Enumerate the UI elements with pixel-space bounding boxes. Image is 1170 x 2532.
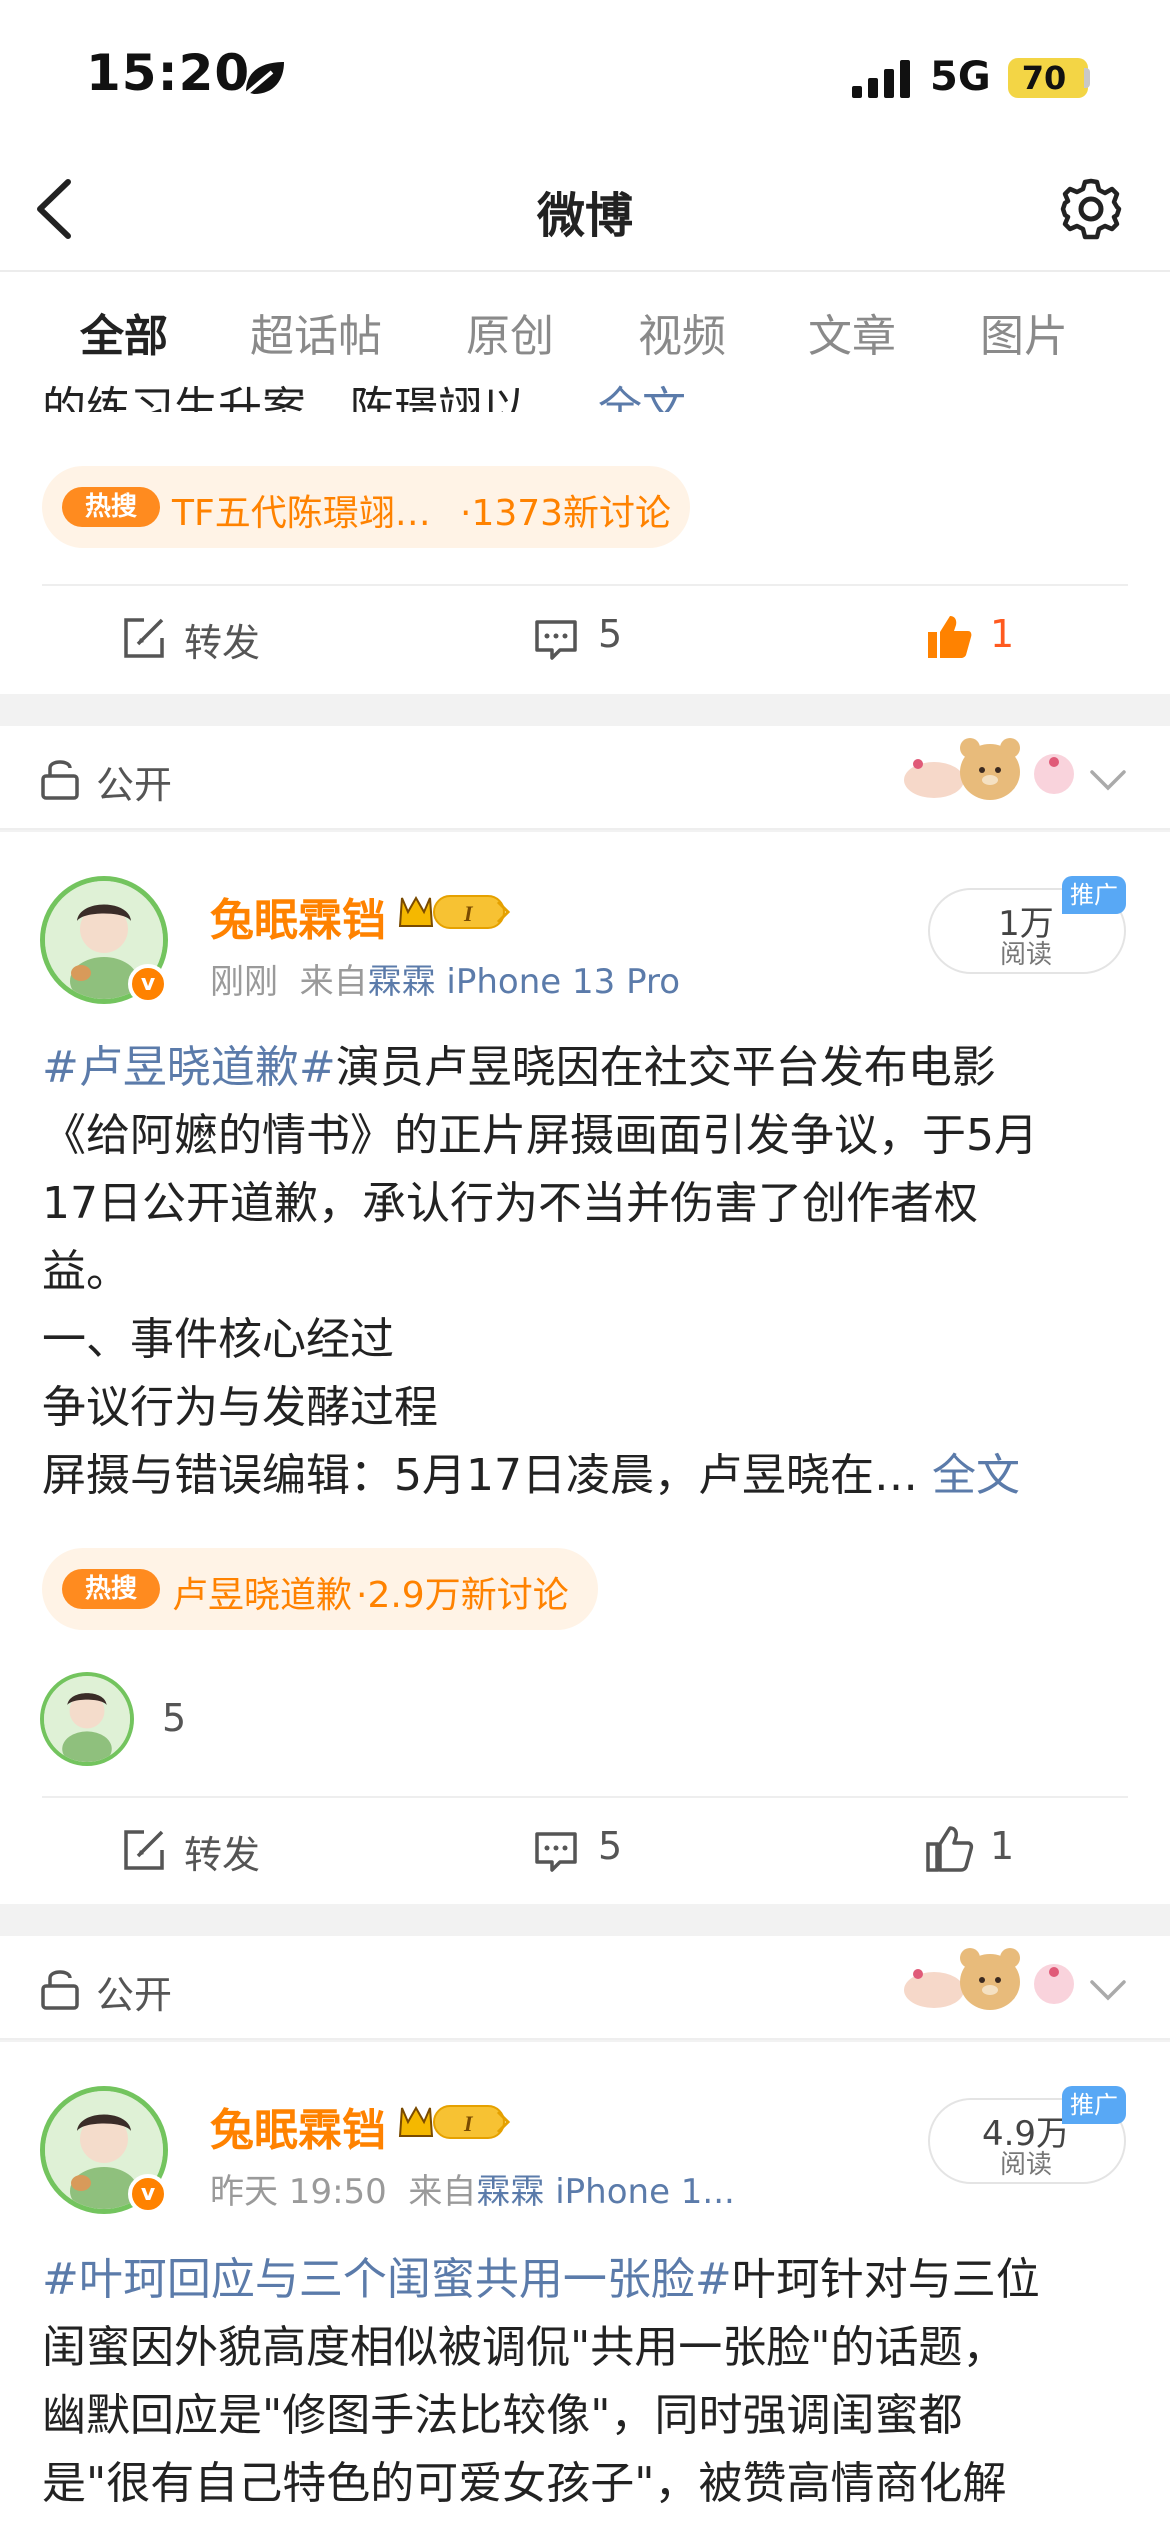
promo-tag[interactable]: 推广	[1062, 876, 1126, 914]
like-icon[interactable]	[924, 612, 974, 662]
post-meta: 昨天 19:50 来自霖霖 iPhone 1...	[210, 2172, 735, 2212]
username[interactable]: 兔眠霖铛	[210, 2094, 386, 2158]
privacy-label: 公开	[96, 763, 173, 807]
verified-icon: v	[128, 964, 168, 1004]
tab-video[interactable]: 视频	[638, 300, 726, 364]
vip-level: I	[463, 2111, 474, 2136]
comment-icon[interactable]	[534, 1830, 578, 1874]
tab-article[interactable]: 文章	[808, 300, 896, 364]
chevron-down-icon[interactable]	[1086, 1968, 1130, 2012]
username[interactable]: 兔眠霖铛	[210, 884, 386, 948]
post-meta: 刚刚 来自霖霖 iPhone 13 Pro	[210, 962, 681, 1002]
post-body: #卢昱晓道歉#演员卢昱晓因在社交平台发布电影 《给阿嬷的情书》的正片屏摄画面引发…	[42, 1042, 1038, 1501]
leaf-icon	[244, 62, 284, 96]
page-title: 微博	[536, 188, 633, 244]
read-label: 阅读	[999, 940, 1052, 970]
battery-level: 70	[1021, 59, 1067, 97]
liker-avatar[interactable]	[40, 1672, 134, 1766]
hot-search-topic: 卢昱晓道歉	[172, 1575, 353, 1616]
tab-images[interactable]: 图片	[980, 300, 1068, 364]
tab-all[interactable]: 全部	[80, 300, 168, 364]
gear-icon[interactable]	[1058, 176, 1124, 242]
repost-icon[interactable]	[122, 1828, 166, 1872]
liker-avatar-image	[44, 1676, 130, 1762]
topic-link[interactable]: #叶珂回应与三个闺蜜共用一张脸#	[42, 2254, 732, 2305]
signal-icon	[852, 60, 910, 98]
divider	[42, 584, 1128, 586]
full-text-link[interactable]: 全文	[932, 1450, 1020, 1501]
hot-search-count: ·2.9万新讨论	[356, 1575, 569, 1616]
post-text-cut: 的练习生升案，陈璟翊以 … 全文	[42, 372, 686, 412]
comment-icon[interactable]	[534, 618, 578, 662]
full-text-link[interactable]: 全文	[598, 383, 686, 412]
lock-icon	[41, 760, 79, 800]
post-source[interactable]: 霖霖 iPhone 1...	[476, 2172, 734, 2212]
privacy-label: 公开	[96, 1973, 173, 2017]
network-type: 5G	[930, 54, 991, 100]
post-body: #叶珂回应与三个闺蜜共用一张脸#叶珂针对与三位 闺蜜因外貌高度相似被调侃"共用一…	[42, 2254, 1040, 2509]
vip-badge-icon[interactable]: I	[398, 2100, 512, 2144]
comment-count[interactable]: 5	[598, 1824, 622, 1868]
chevron-down-icon[interactable]	[1086, 758, 1130, 802]
hot-search-icon: 热搜	[62, 1569, 160, 1609]
battery-cap	[1084, 68, 1090, 88]
lock-icon	[41, 1970, 79, 2010]
like-icon[interactable]	[924, 1824, 974, 1874]
post-source[interactable]: 霖霖 iPhone 13 Pro	[368, 962, 680, 1002]
divider	[42, 1796, 1128, 1798]
verified-icon: v	[128, 2174, 168, 2214]
topic-link[interactable]: #卢昱晓道歉#	[42, 1042, 336, 1093]
status-time: 15:20	[86, 44, 251, 102]
tab-original[interactable]: 原创	[466, 300, 554, 364]
promo-tag[interactable]: 推广	[1062, 2086, 1126, 2124]
like-count[interactable]: 1	[990, 612, 1014, 656]
hot-search-count: ·1373新讨论	[460, 493, 672, 534]
hot-search-topic: TF五代陈璟翊…	[172, 493, 431, 534]
like-count[interactable]: 1	[990, 1824, 1014, 1868]
tab-super-topic[interactable]: 超话帖	[250, 300, 382, 364]
vip-level: I	[463, 901, 474, 926]
comment-count[interactable]: 5	[598, 612, 622, 656]
likers-count[interactable]: 5	[162, 1696, 186, 1740]
bear-sticker-icon	[904, 738, 1074, 800]
repost-icon[interactable]	[122, 616, 166, 660]
bear-sticker-icon	[904, 1948, 1074, 2010]
repost-label[interactable]: 转发	[184, 1824, 260, 1879]
repost-label[interactable]: 转发	[184, 612, 260, 667]
read-label: 阅读	[999, 2150, 1052, 2180]
vip-badge-icon[interactable]: I	[398, 890, 512, 934]
hot-search-icon: 热搜	[62, 487, 160, 527]
